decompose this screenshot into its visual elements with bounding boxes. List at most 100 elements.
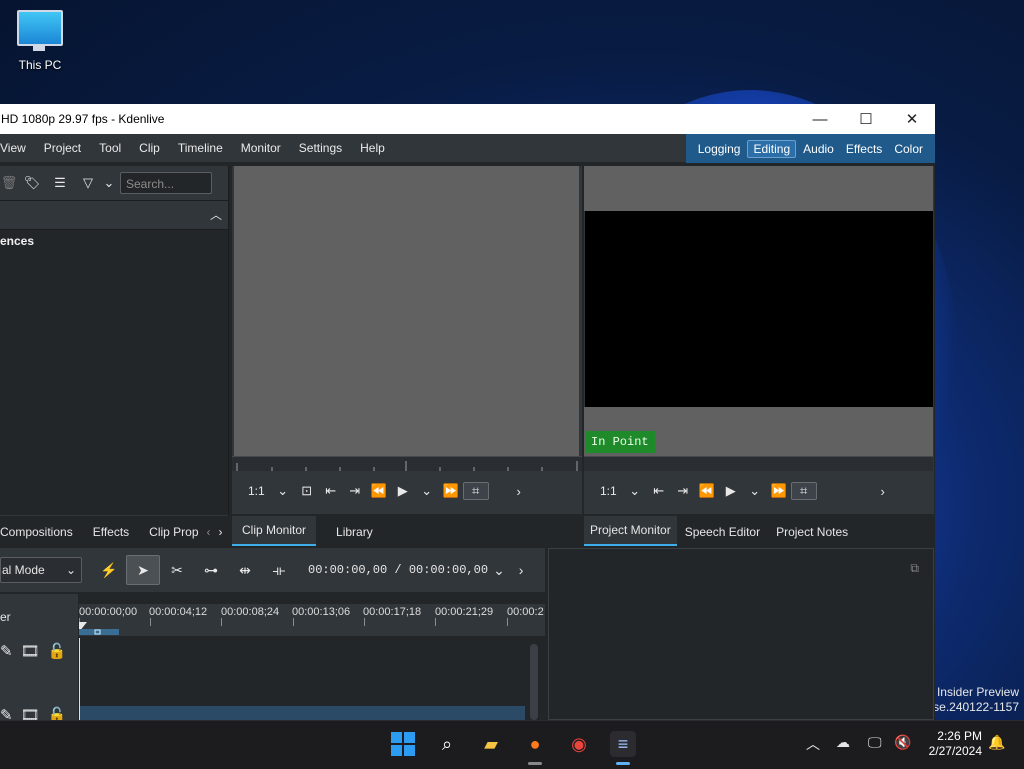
edit-mode-select[interactable]: al Mode ⌄	[0, 557, 82, 583]
layout-logging[interactable]: Logging	[693, 141, 746, 157]
chevron-down-icon[interactable]: ⌄	[623, 483, 647, 499]
firefox-icon[interactable]: ●	[522, 731, 548, 757]
tab-project-notes[interactable]: Project Notes	[768, 518, 856, 546]
fit-icon[interactable]: ⊡	[295, 483, 319, 499]
chevron-down-icon[interactable]: ⌄	[415, 483, 439, 499]
chevron-down-icon[interactable]: ⌄	[271, 483, 295, 499]
play-icon[interactable]: ▶	[719, 483, 743, 499]
chevron-up-icon[interactable]: ︿	[806, 734, 820, 754]
pencil-icon[interactable]: ✎	[0, 706, 13, 720]
layout-editing[interactable]: Editing	[747, 139, 797, 158]
slip-tool-icon[interactable]: ⊶	[194, 555, 228, 585]
pencil-icon[interactable]: ✎	[0, 642, 13, 660]
notification-bell-icon[interactable]: 🔔	[988, 734, 1005, 751]
project-monitor-video[interactable]	[585, 211, 933, 407]
chevron-up-icon[interactable]: ︿	[210, 206, 222, 223]
title-bar[interactable]: HD 1080p 29.97 fps - Kdenlive — ☐ ✕	[0, 104, 935, 134]
timeline-tracks[interactable]	[79, 638, 525, 720]
chevron-down-icon[interactable]: ⌄	[743, 483, 767, 499]
play-icon[interactable]: ▶	[391, 483, 415, 499]
file-explorer-icon[interactable]: ▰	[478, 731, 504, 757]
menu-clip[interactable]: Clip	[130, 141, 169, 155]
chevron-right-icon[interactable]: ›	[507, 484, 531, 499]
spacer-tool-icon[interactable]: ⚡	[92, 555, 126, 585]
set-in-icon[interactable]: ⇤	[319, 483, 343, 499]
timeline-timecode[interactable]: 00:00:00,00 / 00:00:00,00	[308, 563, 488, 577]
network-icon[interactable]: 🖵	[868, 734, 882, 751]
project-zoom-label[interactable]: 1:1	[584, 484, 623, 498]
cloud-icon[interactable]: ☁	[836, 734, 850, 751]
chevron-down-icon[interactable]: ⌄	[102, 171, 116, 195]
clip-monitor-ruler[interactable]	[232, 456, 582, 471]
chrome-icon[interactable]: ◉	[566, 731, 592, 757]
track-2-selected[interactable]	[80, 706, 525, 720]
crop-icon[interactable]: ⌗	[462, 482, 489, 500]
crop-icon[interactable]: ⌗	[790, 482, 817, 500]
tab-compositions[interactable]: Compositions	[0, 518, 83, 546]
tab-project-monitor[interactable]: Project Monitor	[584, 516, 677, 546]
clock-date: 2/27/2024	[928, 744, 982, 758]
kdenlive-taskbar-icon[interactable]: ≡	[610, 731, 636, 757]
fast-forward-icon[interactable]: ⏩	[439, 483, 463, 499]
maximize-button[interactable]: ☐	[843, 104, 889, 134]
chevron-down-icon[interactable]: ⌄	[488, 555, 510, 585]
tab-effects[interactable]: Effects	[83, 518, 139, 546]
roll-tool-icon[interactable]: ⟛	[262, 555, 296, 585]
rewind-icon[interactable]: ⏪	[695, 483, 719, 499]
bin-column-header[interactable]: ︿	[0, 200, 228, 230]
set-out-icon[interactable]: ⇥	[343, 483, 367, 499]
tab-library[interactable]: Library	[316, 518, 393, 546]
tab-clip-properties[interactable]: Clip Prop	[139, 518, 202, 546]
bin-search-input[interactable]: Search...	[120, 172, 212, 194]
close-button[interactable]: ✕	[889, 104, 935, 134]
start-button[interactable]	[390, 731, 416, 757]
menu-help[interactable]: Help	[351, 141, 394, 155]
select-tool-icon[interactable]: ➤	[126, 555, 160, 585]
tag-icon[interactable]: 🏷	[18, 171, 46, 195]
tab-clip-monitor[interactable]: Clip Monitor	[232, 516, 317, 546]
layout-color[interactable]: Color	[889, 141, 928, 157]
layout-audio[interactable]: Audio	[798, 141, 839, 157]
ripple-tool-icon[interactable]: ⇹	[228, 555, 262, 585]
taskbar-clock[interactable]: 2:26 PM 2/27/2024	[929, 729, 982, 759]
clip-zoom-label[interactable]: 1:1	[232, 484, 271, 498]
razor-tool-icon[interactable]: ✂	[160, 555, 194, 585]
menu-settings[interactable]: Settings	[290, 141, 351, 155]
this-pc-desktop-icon[interactable]: This PC	[12, 10, 68, 72]
chevron-left-icon[interactable]: ‹	[203, 518, 215, 546]
chevron-right-icon[interactable]: ›	[215, 518, 227, 546]
menu-view[interactable]: View	[0, 141, 35, 155]
set-out-icon[interactable]: ⇥	[671, 483, 695, 499]
undock-icon[interactable]: ⧉	[910, 561, 919, 576]
lock-icon[interactable]: 🔓	[48, 642, 67, 660]
project-monitor-controls: 1:1 ⌄ ⇤ ⇥ ⏪ ▶ ⌄ ⏩ ⌗ ›	[584, 472, 933, 510]
menu-monitor[interactable]: Monitor	[232, 141, 290, 155]
set-in-icon[interactable]: ⇤	[647, 483, 671, 499]
chevron-right-icon[interactable]: ›	[510, 555, 532, 585]
filter-icon[interactable]: ▽	[74, 171, 102, 195]
fast-forward-icon[interactable]: ⏩	[767, 483, 791, 499]
edit-mode-value: al Mode	[2, 563, 45, 577]
layout-effects[interactable]: Effects	[841, 141, 887, 157]
trash-icon[interactable]: 🗑	[0, 171, 18, 195]
menu-project[interactable]: Project	[35, 141, 90, 155]
menu-icon[interactable]: ☰	[46, 171, 74, 195]
lock-icon[interactable]: 🔓	[48, 706, 67, 720]
menu-timeline[interactable]: Timeline	[169, 141, 232, 155]
project-monitor-ruler[interactable]	[584, 456, 933, 471]
tab-speech-editor[interactable]: Speech Editor	[677, 518, 768, 546]
film-icon[interactable]: 🎞	[21, 706, 40, 720]
menu-tool[interactable]: Tool	[90, 141, 130, 155]
list-item[interactable]: ences	[0, 230, 228, 248]
timeline-ruler[interactable]: 00:00:00;00 00:00:04;12 00:00:08;24 00:0…	[79, 604, 545, 636]
film-icon[interactable]: 🎞	[21, 642, 40, 660]
chevron-right-icon[interactable]: ›	[871, 484, 895, 499]
monitor-icon	[17, 10, 63, 51]
project-bin: 🗑 🏷 ☰ ▽ ⌄ Search... ︿ ences	[0, 166, 229, 516]
speaker-muted-icon[interactable]: 🔇	[894, 734, 911, 751]
timeline-scrollbar[interactable]	[530, 644, 538, 720]
search-icon[interactable]: ⌕	[434, 731, 460, 757]
clip-monitor-screen[interactable]	[234, 166, 579, 456]
minimize-button[interactable]: —	[797, 104, 843, 134]
rewind-icon[interactable]: ⏪	[367, 483, 391, 499]
